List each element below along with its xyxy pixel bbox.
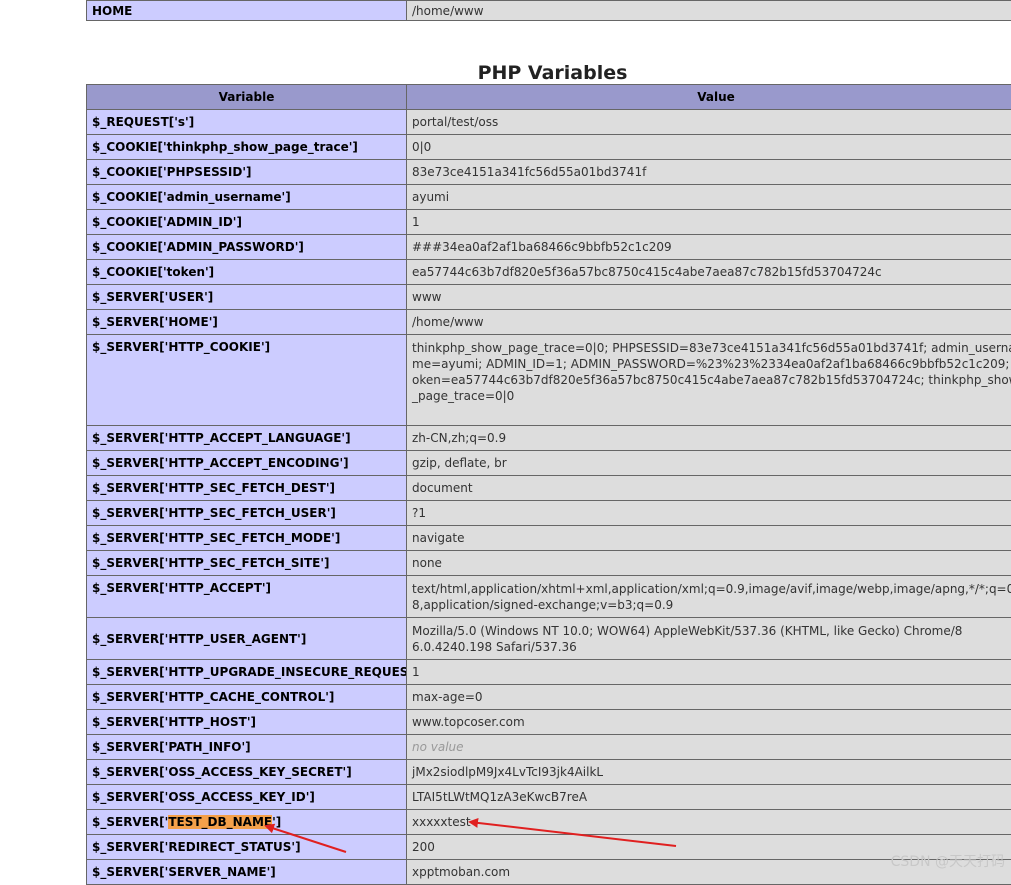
table-row: $_SERVER['HTTP_ACCEPT'] text/html,applic… — [87, 576, 1011, 618]
value-cell: 83e73ce4151a341fc56d55a01bd3741f — [407, 160, 1011, 185]
value-cell: thinkphp_show_page_trace=0|0; PHPSESSID=… — [407, 335, 1011, 426]
table-row: $_REQUEST['s'] portal/test/oss — [87, 110, 1011, 135]
variable-cell: $_SERVER['HTTP_UPGRADE_INSECURE_REQUESTS… — [87, 660, 407, 685]
phpinfo-page: HOME /home/www PHP Variables Variable Va… — [86, 0, 1011, 885]
value-cell: 1 — [407, 660, 1011, 685]
variable-cell: $_SERVER['HTTP_SEC_FETCH_MODE'] — [87, 526, 407, 551]
table-row: $_SERVER['HTTP_SEC_FETCH_DEST'] document — [87, 476, 1011, 501]
column-header-variable: Variable — [87, 85, 407, 110]
table-row: $_SERVER['OSS_ACCESS_KEY_ID'] LTAI5tLWtM… — [87, 785, 1011, 810]
variable-cell: $_REQUEST['s'] — [87, 110, 407, 135]
variable-cell: $_SERVER['HTTP_SEC_FETCH_USER'] — [87, 501, 407, 526]
value-cell: jMx2siodlpM9Jx4LvTcI93jk4AilkL — [407, 760, 1011, 785]
table-row: $_SERVER['HTTP_COOKIE'] thinkphp_show_pa… — [87, 335, 1011, 426]
variable-cell: $_SERVER['PATH_INFO'] — [87, 735, 407, 760]
value-cell: gzip, deflate, br — [407, 451, 1011, 476]
table-row: $_SERVER['HTTP_HOST'] www.topcoser.com — [87, 710, 1011, 735]
value-cell-empty: no value — [407, 735, 1011, 760]
table-row: $_SERVER['PATH_INFO'] no value — [87, 735, 1011, 760]
value-cell: document — [407, 476, 1011, 501]
table-row: $_SERVER['HTTP_CACHE_CONTROL'] max-age=0 — [87, 685, 1011, 710]
table-row: $_SERVER['TEST_DB_NAME'] xxxxxtest — [87, 810, 1011, 835]
table-row: HOME /home/www — [87, 1, 1011, 21]
variable-cell: $_SERVER['HTTP_ACCEPT_ENCODING'] — [87, 451, 407, 476]
table-row: $_COOKIE['ADMIN_PASSWORD'] ###34ea0af2af… — [87, 235, 1011, 260]
table-row: $_SERVER['HTTP_ACCEPT_ENCODING'] gzip, d… — [87, 451, 1011, 476]
variable-cell: $_SERVER['HTTP_HOST'] — [87, 710, 407, 735]
variable-cell: $_SERVER['REDIRECT_STATUS'] — [87, 835, 407, 860]
table-row: $_SERVER['REDIRECT_STATUS'] 200 — [87, 835, 1011, 860]
value-cell: www — [407, 285, 1011, 310]
table-row: $_COOKIE['admin_username'] ayumi — [87, 185, 1011, 210]
watermark: CSDN @天天打码 — [891, 851, 1005, 871]
value-cell: LTAI5tLWtMQ1zA3eKwcB7reA — [407, 785, 1011, 810]
variable-cell: $_SERVER['HTTP_SEC_FETCH_DEST'] — [87, 476, 407, 501]
variable-cell: $_SERVER['HTTP_ACCEPT_LANGUAGE'] — [87, 426, 407, 451]
variable-cell: $_SERVER['HTTP_USER_AGENT'] — [87, 618, 407, 660]
table-row: $_SERVER['SERVER_NAME'] xpptmoban.com — [87, 860, 1011, 885]
value-cell: Mozilla/5.0 (Windows NT 10.0; WOW64) App… — [407, 618, 1011, 660]
variable-prefix: $_SERVER[' — [92, 815, 168, 829]
value-cell: ?1 — [407, 501, 1011, 526]
table-row: $_SERVER['HTTP_SEC_FETCH_MODE'] navigate — [87, 526, 1011, 551]
value-cell: text/html,application/xhtml+xml,applicat… — [407, 576, 1011, 618]
value-cell: /home/www — [407, 1, 1011, 21]
php-variables-table: Variable Value $_REQUEST['s'] portal/tes… — [86, 84, 1011, 885]
table-row: $_SERVER['USER'] www — [87, 285, 1011, 310]
variable-cell: $_COOKIE['PHPSESSID'] — [87, 160, 407, 185]
value-cell: none — [407, 551, 1011, 576]
environment-table-tail: HOME /home/www — [86, 0, 1011, 21]
value-cell: /home/www — [407, 310, 1011, 335]
value-cell: www.topcoser.com — [407, 710, 1011, 735]
value-cell: ###34ea0af2af1ba68466c9bbfb52c1c209 — [407, 235, 1011, 260]
value-cell: portal/test/oss — [407, 110, 1011, 135]
variable-cell: $_COOKIE['ADMIN_ID'] — [87, 210, 407, 235]
table-row: $_SERVER['HTTP_UPGRADE_INSECURE_REQUESTS… — [87, 660, 1011, 685]
value-cell: 0|0 — [407, 135, 1011, 160]
table-row: $_COOKIE['PHPSESSID'] 83e73ce4151a341fc5… — [87, 160, 1011, 185]
variable-cell: $_COOKIE['token'] — [87, 260, 407, 285]
variable-cell: $_SERVER['HTTP_COOKIE'] — [87, 335, 407, 426]
variable-cell: $_SERVER['TEST_DB_NAME'] — [87, 810, 407, 835]
value-cell: zh-CN,zh;q=0.9 — [407, 426, 1011, 451]
variable-cell: $_COOKIE['ADMIN_PASSWORD'] — [87, 235, 407, 260]
variable-cell: $_SERVER['USER'] — [87, 285, 407, 310]
table-row: $_SERVER['HTTP_USER_AGENT'] Mozilla/5.0 … — [87, 618, 1011, 660]
variable-cell: $_SERVER['SERVER_NAME'] — [87, 860, 407, 885]
table-row: $_SERVER['HTTP_SEC_FETCH_SITE'] none — [87, 551, 1011, 576]
variable-suffix: '] — [272, 815, 281, 829]
table-row: $_SERVER['HOME'] /home/www — [87, 310, 1011, 335]
value-cell: ea57744c63b7df820e5f36a57bc8750c415c4abe… — [407, 260, 1011, 285]
variable-cell: HOME — [87, 1, 407, 21]
value-cell: 1 — [407, 210, 1011, 235]
table-row: $_SERVER['OSS_ACCESS_KEY_SECRET'] jMx2si… — [87, 760, 1011, 785]
variable-cell: $_COOKIE['admin_username'] — [87, 185, 407, 210]
variable-cell: $_SERVER['OSS_ACCESS_KEY_ID'] — [87, 785, 407, 810]
value-cell: xxxxxtest — [407, 810, 1011, 835]
table-row: $_SERVER['HTTP_ACCEPT_LANGUAGE'] zh-CN,z… — [87, 426, 1011, 451]
variable-cell: $_COOKIE['thinkphp_show_page_trace'] — [87, 135, 407, 160]
table-row: $_COOKIE['thinkphp_show_page_trace'] 0|0 — [87, 135, 1011, 160]
table-header-row: Variable Value — [87, 85, 1011, 110]
variable-cell: $_SERVER['HTTP_CACHE_CONTROL'] — [87, 685, 407, 710]
value-cell: ayumi — [407, 185, 1011, 210]
section-heading: PHP Variables — [86, 21, 1011, 84]
variable-cell: $_SERVER['HOME'] — [87, 310, 407, 335]
table-row: $_COOKIE['ADMIN_ID'] 1 — [87, 210, 1011, 235]
table-row: $_COOKIE['token'] ea57744c63b7df820e5f36… — [87, 260, 1011, 285]
column-header-value: Value — [407, 85, 1011, 110]
variable-cell: $_SERVER['OSS_ACCESS_KEY_SECRET'] — [87, 760, 407, 785]
table-row: $_SERVER['HTTP_SEC_FETCH_USER'] ?1 — [87, 501, 1011, 526]
highlighted-text: TEST_DB_NAME — [168, 815, 272, 829]
value-cell: navigate — [407, 526, 1011, 551]
variable-cell: $_SERVER['HTTP_SEC_FETCH_SITE'] — [87, 551, 407, 576]
variable-cell: $_SERVER['HTTP_ACCEPT'] — [87, 576, 407, 618]
value-cell: max-age=0 — [407, 685, 1011, 710]
